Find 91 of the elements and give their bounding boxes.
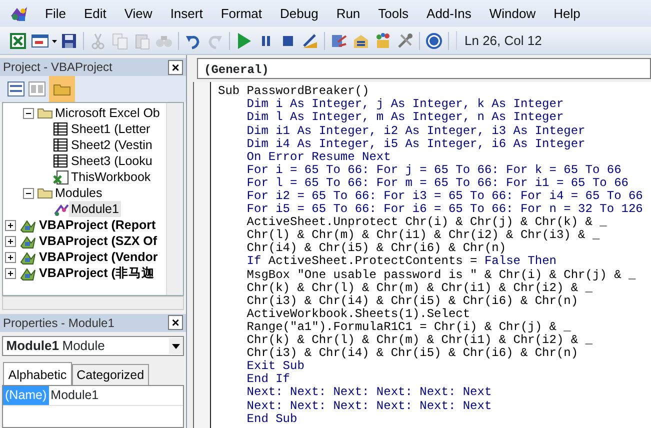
code-line: Chr(i3) & Chr(i4) & Chr(i5) & Chr(i6) & Chr(n) <box>246 294 580 308</box>
expand-icon[interactable] <box>5 252 16 263</box>
close-button[interactable]: × <box>168 60 183 75</box>
menu-item[interactable]: Tools <box>369 0 418 27</box>
view-object-icon[interactable] <box>28 81 46 98</box>
property-value[interactable]: Module1 <box>48 386 101 405</box>
tab[interactable]: Categorized <box>72 364 150 386</box>
folder-icon <box>53 82 71 96</box>
sheet-icon <box>53 122 69 137</box>
code-line: Range("a1").FormulaR1C1 = Chr(i) & Chr(j) & _ <box>246 320 572 334</box>
project-icon <box>19 234 37 249</box>
tree-item[interactable]: VBAProject (Report <box>37 217 158 234</box>
copy-icon <box>110 32 128 50</box>
code-line: Chr(k) & Chr(l) & Chr(m) & Chr(i1) & Chr(i2) & _ <box>246 282 594 295</box>
code-line: Next: Next: Next: Next: Next: Next <box>246 386 493 400</box>
pane-title: Project - VBAProject <box>3 59 112 76</box>
caret-icon[interactable] <box>169 338 183 354</box>
code-line: ActiveSheet.Unprotect Chr(i) & Chr(j) & Chr(k) & _ <box>246 216 608 230</box>
project-icon <box>19 250 37 265</box>
folder-icon <box>37 106 53 121</box>
code-line: Sub PasswordBreaker() <box>217 85 370 98</box>
scrollbar[interactable] <box>2 296 184 310</box>
module-icon <box>53 202 69 217</box>
code-line: MsgBox "One usable password is " & Chr(i) & Chr(j) & _ <box>246 268 637 282</box>
code-line: Next: Next: Next: Next: Next: Next <box>246 400 493 413</box>
expand-icon[interactable] <box>5 220 16 231</box>
save-icon <box>60 32 78 50</box>
menu-item[interactable]: View <box>115 0 162 27</box>
project-icon <box>19 218 37 233</box>
tools-icon <box>396 32 414 50</box>
tree-item[interactable]: ThisWorkbook <box>69 169 153 186</box>
help-icon <box>424 32 442 50</box>
cursor-position: Ln 26, Col 12 <box>456 30 542 50</box>
code-line: End Sub <box>246 412 298 426</box>
menu-item[interactable]: Help <box>544 0 590 27</box>
box-icon <box>374 32 392 50</box>
tree-item[interactable]: VBAProject (SZX Of <box>37 233 160 250</box>
tree-item[interactable]: Modules <box>53 185 104 202</box>
code-line: Dim i As Integer, j As Integer, k As Integer <box>246 98 565 112</box>
code-line: Dim l As Integer, m As Integer, n As Integer <box>246 111 565 125</box>
menu-item[interactable]: Insert <box>161 0 212 27</box>
expand-icon[interactable] <box>5 268 16 279</box>
scrollbar[interactable] <box>166 103 183 296</box>
collapse-icon[interactable] <box>23 108 34 119</box>
tree-item[interactable]: Module1 <box>69 201 121 218</box>
pane-title: Properties - Module1 <box>3 314 114 332</box>
excel-icon <box>8 32 26 50</box>
collapse-icon[interactable] <box>23 188 34 199</box>
tree-item[interactable]: VBAProject (Vendor <box>37 249 160 266</box>
code-line: For i2 = 65 To 66: For i3 = 65 To 66: For i4 = 65 To 66 <box>246 190 643 203</box>
menu-item[interactable]: Window <box>480 0 545 27</box>
object-dropdown[interactable]: (General) <box>197 58 651 79</box>
code-line: For l = 65 To 66: For m = 65 To 66: For i1 = 65 To 66 <box>246 176 630 190</box>
code-line: Dim i4 As Integer, i5 As Integer, i6 As Integer <box>246 138 586 151</box>
sheet-icon <box>53 154 69 169</box>
code-line: For i = 65 To 66: For j = 65 To 66: For k = 65 To 66 <box>246 164 622 177</box>
menu-item[interactable]: Format <box>212 0 271 27</box>
code-line: End If <box>246 373 292 386</box>
code-line: Dim i1 As Integer, i2 As Integer, i3 As Integer <box>246 124 586 138</box>
code-line: For i5 = 65 To 66: For i6 = 65 To 66: For n = 32 To 126 <box>246 203 643 216</box>
tab[interactable]: Alphabetic <box>3 362 72 386</box>
tree-item[interactable]: Sheet3 (Looku <box>69 153 154 170</box>
tree-item[interactable]: Sheet2 (Vestin <box>69 137 154 154</box>
menu-item[interactable]: File <box>36 0 75 27</box>
code-line: Chr(l) & Chr(m) & Chr(i1) & Chr(i2) & Chr(i3) & _ <box>246 229 601 242</box>
tree-item[interactable]: Sheet1 (Letter <box>69 121 152 138</box>
close-button[interactable]: × <box>168 315 183 330</box>
code-line: If ActiveSheet.ProtectContents = False Then <box>246 255 558 269</box>
code-line: Chr(k) & Chr(l) & Chr(m) & Chr(i1) & Chr(i2) & _ <box>246 334 594 348</box>
code-line: Chr(i4) & Chr(i5) & Chr(i6) & Chr(n) <box>246 242 506 256</box>
menu-item[interactable]: Debug <box>271 0 328 27</box>
project-icon <box>19 266 37 281</box>
folder-icon <box>37 186 53 201</box>
code-line: ActiveWorkbook.Sheets(1).Select <box>246 308 472 321</box>
expand-icon[interactable] <box>5 236 16 247</box>
menu-item[interactable]: Add-Ins <box>418 0 480 27</box>
tree-item[interactable]: Microsoft Excel Ob <box>53 105 162 122</box>
paste-icon <box>132 32 150 50</box>
menu-item[interactable]: Run <box>327 0 370 27</box>
ruler-icon <box>300 32 318 50</box>
menu-item[interactable]: Edit <box>74 0 116 27</box>
form-icon <box>30 32 48 50</box>
code-line: On Error Resume Next <box>246 150 392 164</box>
object-dropdown[interactable]: Module1 Module <box>2 336 184 356</box>
tree-item[interactable]: VBAProject (非马迦 <box>37 265 156 282</box>
sheet-icon <box>53 138 69 153</box>
code-line: Exit Sub <box>246 360 306 374</box>
workbook-icon <box>53 170 69 185</box>
view-code-icon[interactable] <box>6 81 24 98</box>
code-line: Chr(i3) & Chr(i4) & Chr(i5) & Chr(i6) & Chr(n) <box>246 347 580 360</box>
toggle-folders-button[interactable] <box>49 76 75 102</box>
